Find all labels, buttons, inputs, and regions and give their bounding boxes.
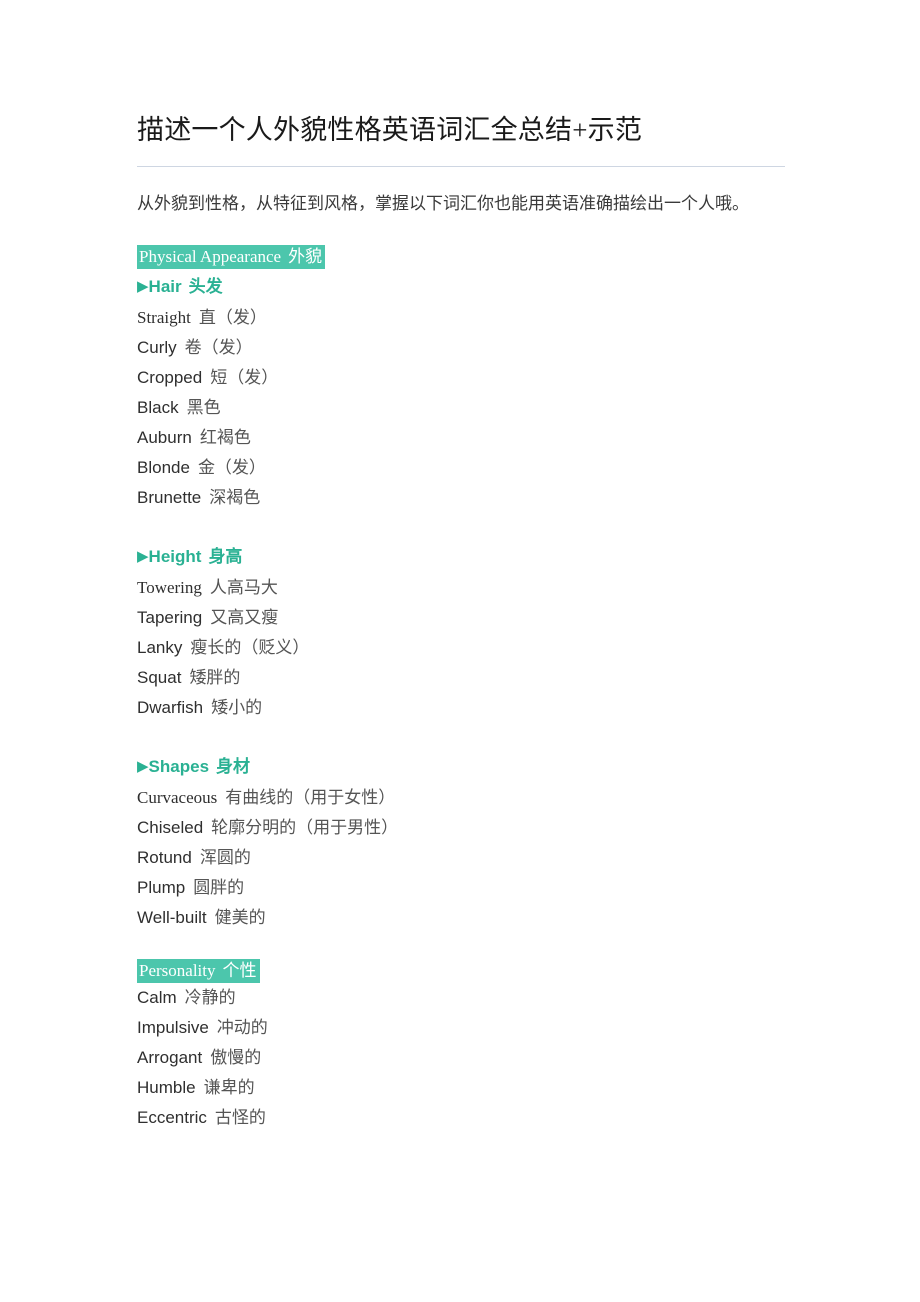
vocabulary-term-en: Calm bbox=[137, 988, 177, 1008]
vocabulary-row: Dwarfish 矮小的 bbox=[137, 693, 787, 723]
vocabulary-row: Arrogant 傲慢的 bbox=[137, 1043, 787, 1073]
vocabulary-term-cn: 冷静的 bbox=[184, 988, 236, 1008]
vocabulary-row: Chiseled 轮廓分明的（用于男性） bbox=[137, 813, 787, 843]
vocabulary-row: Curly 卷（发） bbox=[137, 333, 787, 363]
group-heading-en: Shapes bbox=[148, 757, 210, 777]
vocabulary-term-en: Tapering bbox=[137, 608, 203, 628]
vocabulary-term-en: Eccentric bbox=[137, 1108, 207, 1128]
group-heading-cn: 身材 bbox=[216, 757, 251, 777]
vocabulary-row: Humble 谦卑的 bbox=[137, 1073, 787, 1103]
vocabulary-term-en: Well-built bbox=[137, 908, 207, 928]
vocabulary-term-cn: 卷（发） bbox=[184, 338, 253, 358]
vocabulary-term-en: Arrogant bbox=[137, 1048, 203, 1068]
vocabulary-term-cn: 健美的 bbox=[214, 908, 266, 928]
vocabulary-term-en: Humble bbox=[137, 1078, 196, 1098]
vocabulary-row: Brunette 深褐色 bbox=[137, 483, 787, 513]
section-banner-en: Personality bbox=[139, 961, 216, 981]
group-heading-height: ▶Height 身高 bbox=[137, 542, 787, 573]
vocabulary-row: Blonde 金（发） bbox=[137, 453, 787, 483]
vocabulary-row: Lanky 瘦长的（贬义） bbox=[137, 633, 787, 663]
section-banner: Physical Appearance 外貌 bbox=[137, 245, 326, 270]
group-heading-hair: ▶Hair 头发 bbox=[137, 272, 787, 303]
vocabulary-term-cn: 轮廓分明的（用于男性） bbox=[211, 818, 399, 838]
vocabulary-term-en: Rotund bbox=[137, 848, 192, 868]
triangle-bullet-icon: ▶ bbox=[137, 548, 149, 566]
vocabulary-row: Tapering 又高又瘦 bbox=[137, 603, 787, 633]
vocabulary-term-cn: 短（发） bbox=[210, 368, 279, 388]
group-heading-shapes: ▶Shapes 身材 bbox=[137, 752, 787, 783]
sections-container: Physical Appearance 外貌 ▶Hair 头发 Straight 直（发）… bbox=[137, 219, 787, 1133]
vocabulary-term-cn: 又高又瘦 bbox=[210, 608, 279, 628]
page-title: 描述一个人外貌性格英语词汇全总结+示范 bbox=[137, 115, 643, 145]
vocabulary-row: Straight 直（发） bbox=[137, 303, 787, 333]
vocabulary-row: Calm 冷静的 bbox=[137, 983, 787, 1013]
section-banner-wrapper: Physical Appearance 外貌 bbox=[137, 219, 787, 270]
section-banner: Personality 个性 bbox=[137, 959, 260, 984]
vocabulary-term-en: Plump bbox=[137, 878, 186, 898]
vocabulary-term-cn: 浑圆的 bbox=[199, 848, 251, 868]
vocabulary-term-cn: 金（发） bbox=[197, 458, 266, 478]
vocabulary-term-en: Towering bbox=[137, 578, 202, 598]
vocabulary-term-en: Impulsive bbox=[137, 1018, 209, 1038]
group-heading-cn: 身高 bbox=[208, 547, 243, 567]
triangle-bullet-icon: ▶ bbox=[137, 278, 149, 296]
vocabulary-term-cn: 直（发） bbox=[198, 308, 267, 328]
title-divider bbox=[137, 166, 785, 168]
vocabulary-term-en: Blonde bbox=[137, 458, 190, 478]
section-banner-cn: 外貌 bbox=[288, 247, 323, 267]
section-banner-cn: 个性 bbox=[222, 961, 257, 981]
vocabulary-row: Impulsive 冲动的 bbox=[137, 1013, 787, 1043]
document-content: 描述一个人外貌性格英语词汇全总结+示范 从外貌到性格，从特征到风格，掌握以下词汇… bbox=[137, 0, 787, 1133]
triangle-bullet-icon: ▶ bbox=[137, 758, 149, 776]
vocabulary-term-en: Squat bbox=[137, 668, 182, 688]
vocabulary-row: Squat 矮胖的 bbox=[137, 663, 787, 693]
vocabulary-term-en: Cropped bbox=[137, 368, 203, 388]
vocabulary-row: Black 黑色 bbox=[137, 393, 787, 423]
vocabulary-row: Curvaceous 有曲线的（用于女性） bbox=[137, 783, 787, 813]
vocabulary-term-cn: 矮胖的 bbox=[189, 668, 241, 688]
vocabulary-term-en: Brunette bbox=[137, 488, 202, 508]
vocabulary-term-en: Black bbox=[137, 398, 179, 418]
vocabulary-row: Plump 圆胖的 bbox=[137, 873, 787, 903]
document-page: 描述一个人外貌性格英语词汇全总结+示范 从外貌到性格，从特征到风格，掌握以下词汇… bbox=[0, 0, 920, 1302]
vocabulary-term-cn: 古怪的 bbox=[214, 1108, 266, 1128]
section-banner-wrapper: Personality 个性 bbox=[137, 933, 787, 984]
vocabulary-term-cn: 有曲线的（用于女性） bbox=[225, 788, 396, 808]
vocabulary-term-cn: 谦卑的 bbox=[203, 1078, 255, 1098]
section-banner-en: Physical Appearance bbox=[139, 247, 282, 267]
group-heading-en: Height bbox=[148, 547, 202, 567]
vocabulary-term-cn: 瘦长的（贬义） bbox=[190, 638, 310, 658]
vocabulary-term-cn: 深褐色 bbox=[209, 488, 261, 508]
vocabulary-row: Cropped 短（发） bbox=[137, 363, 787, 393]
vocabulary-row: Eccentric 古怪的 bbox=[137, 1103, 787, 1133]
vocabulary-term-cn: 冲动的 bbox=[216, 1018, 268, 1038]
vocabulary-row: Well-built 健美的 bbox=[137, 903, 787, 933]
vocabulary-term-en: Chiseled bbox=[137, 818, 204, 838]
vocabulary-term-en: Curvaceous bbox=[137, 788, 218, 808]
vocabulary-term-cn: 红褐色 bbox=[199, 428, 251, 448]
vocabulary-term-en: Straight bbox=[137, 308, 191, 328]
vocabulary-row: Rotund 浑圆的 bbox=[137, 843, 787, 873]
vocabulary-term-en: Lanky bbox=[137, 638, 183, 658]
vocabulary-term-cn: 圆胖的 bbox=[193, 878, 245, 898]
vocabulary-term-en: Auburn bbox=[137, 428, 192, 448]
vocabulary-term-en: Curly bbox=[137, 338, 177, 358]
intro-paragraph: 从外貌到性格，从特征到风格，掌握以下词汇你也能用英语准确描绘出一个人哦。 bbox=[137, 194, 749, 214]
vocabulary-term-cn: 人高马大 bbox=[209, 578, 278, 598]
vocabulary-term-en: Dwarfish bbox=[137, 698, 204, 718]
vocabulary-term-cn: 矮小的 bbox=[211, 698, 263, 718]
vocabulary-term-cn: 黑色 bbox=[186, 398, 221, 418]
group-heading-en: Hair bbox=[148, 277, 182, 297]
vocabulary-row: Auburn 红褐色 bbox=[137, 423, 787, 453]
group-heading-cn: 头发 bbox=[188, 277, 223, 297]
vocabulary-row: Towering 人高马大 bbox=[137, 573, 787, 603]
vocabulary-term-cn: 傲慢的 bbox=[210, 1048, 262, 1068]
